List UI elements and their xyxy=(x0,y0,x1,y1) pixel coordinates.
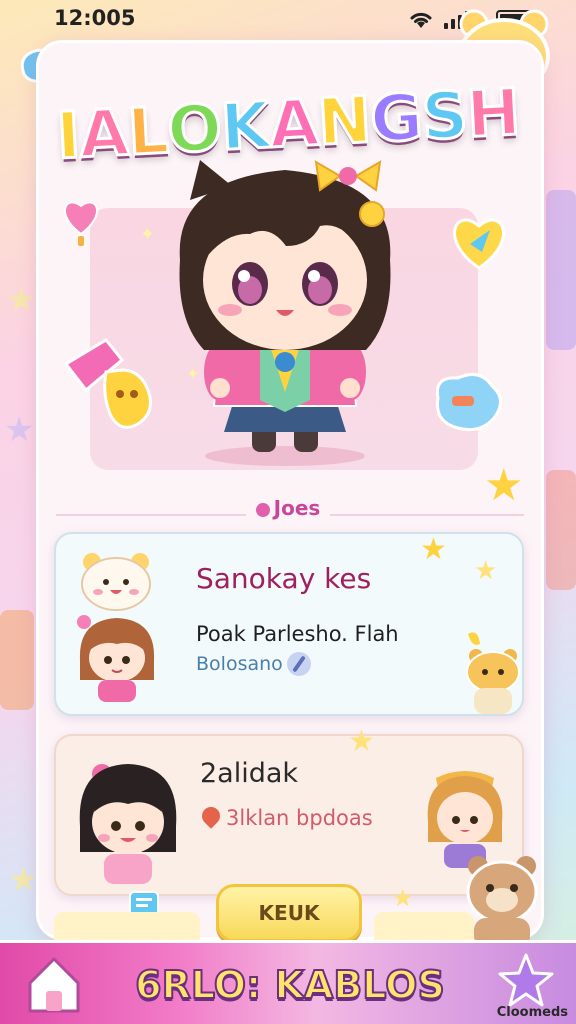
edit-icon[interactable] xyxy=(286,652,311,676)
ghost-tile xyxy=(374,912,474,942)
toy-sticker-icon xyxy=(63,338,152,429)
star-icon[interactable] xyxy=(496,951,556,1011)
girl-avatar-icon xyxy=(79,764,177,884)
home-icon[interactable] xyxy=(24,953,84,1017)
bg-decoration xyxy=(546,470,576,590)
app-title-letter: G xyxy=(367,80,425,160)
star-icon-deco: ★ xyxy=(392,884,414,912)
wifi-icon xyxy=(410,12,432,28)
bg-star-icon: ★ xyxy=(6,280,37,320)
girl-avatar-icon xyxy=(77,615,155,702)
list-card-2[interactable]: 2alidak 3lklan bpdoas ★ xyxy=(54,724,524,896)
card-title: Sanokay kes xyxy=(196,562,372,595)
bottom-title: 6RLO: KABLOS xyxy=(134,962,446,1008)
bear-sticker-icon xyxy=(466,632,520,714)
bear-avatar-icon xyxy=(81,553,151,611)
bottom-caption: Cloomeds xyxy=(496,1005,568,1020)
section-label: Joes xyxy=(0,496,576,520)
heart-balloon-icon xyxy=(63,201,99,246)
list-card-1[interactable]: Sanokay kes Poak Parlesho. Flah Bolosano… xyxy=(54,532,524,716)
primary-button[interactable]: KEUK xyxy=(216,884,362,942)
blue-blob-icon xyxy=(435,372,502,432)
sparkle-icon: ✦ xyxy=(140,224,156,245)
app-title-letter: S xyxy=(418,77,470,156)
status-time: 12:005 xyxy=(54,6,136,30)
ghost-tile xyxy=(54,912,200,942)
app-title-letter: H xyxy=(463,74,522,154)
card-title: 2alidak xyxy=(200,758,299,789)
app-title-letter: A xyxy=(76,95,131,174)
star-icon-deco: ★ xyxy=(420,532,447,567)
card-meta: 3lklan bpdoas xyxy=(202,806,373,830)
section-dot-icon xyxy=(255,502,270,517)
bg-star-icon: ★ xyxy=(8,860,39,900)
bg-decoration xyxy=(546,190,576,350)
bg-decoration xyxy=(0,610,34,710)
star-icon-deco: ★ xyxy=(474,556,498,586)
card-tag[interactable]: Bolosano xyxy=(196,652,311,676)
heart-badge-icon xyxy=(453,218,505,270)
bg-star-icon: ★ xyxy=(4,410,35,450)
star-icon-deco: ★ xyxy=(348,724,375,759)
bottom-bar: 6RLO: KABLOS Cloomeds xyxy=(0,940,576,1024)
chibi-character xyxy=(179,160,391,466)
app-title-letter: N xyxy=(314,82,373,162)
location-pin-icon xyxy=(202,807,220,829)
card-subtitle: Poak Parlesho. Flah xyxy=(196,622,399,646)
